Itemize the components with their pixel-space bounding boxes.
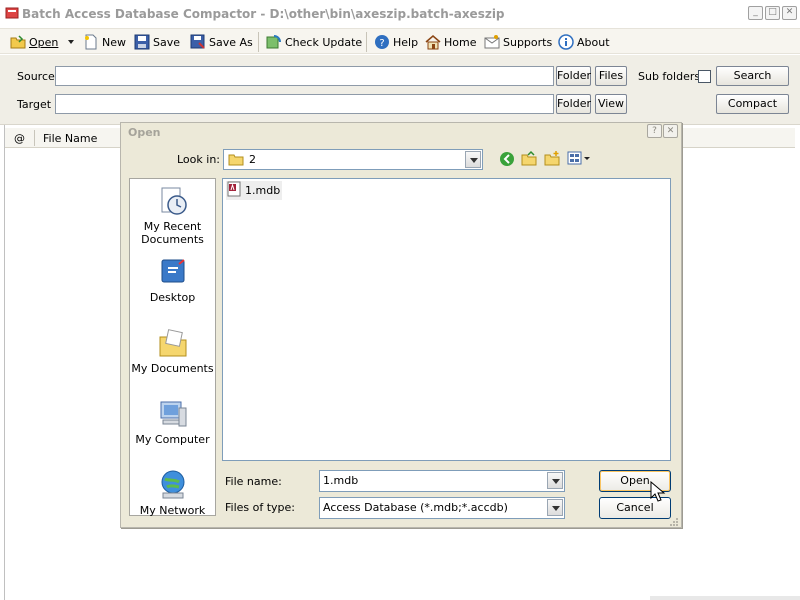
dialog-title: Open [128, 126, 161, 139]
source-folder-button[interactable]: Folder [556, 66, 591, 86]
column-divider [34, 130, 35, 146]
toolbar-about-button[interactable]: About [558, 33, 610, 51]
source-files-button[interactable]: Files [595, 66, 627, 86]
minimize-button[interactable]: _ [748, 6, 763, 20]
access-database-icon [226, 181, 242, 200]
toolbar-help-button[interactable]: ? Help [374, 33, 418, 51]
filename-label: File name: [225, 475, 282, 488]
filename-combobox[interactable]: 1.mdb [319, 470, 565, 492]
toolbar-separator [258, 32, 259, 52]
toolbar-separator [366, 32, 367, 52]
target-label: Target [17, 98, 52, 111]
chevron-down-icon[interactable] [547, 499, 563, 516]
my-computer-icon [157, 398, 189, 430]
back-icon[interactable] [499, 151, 515, 170]
open-dialog: Open ? ✕ Look in: 2 My Recent Documents … [120, 122, 682, 528]
app-icon [5, 6, 19, 20]
toolbar-check-update-button[interactable]: Check Update [266, 33, 362, 51]
source-input[interactable] [55, 66, 554, 86]
lookin-value: 2 [249, 153, 256, 166]
dialog-close-button[interactable]: ✕ [663, 124, 678, 138]
place-my-network-label: My Network [139, 504, 206, 517]
subfolders-label: Sub folders [638, 70, 701, 83]
toolbar-open-button[interactable]: Open [10, 33, 58, 51]
dialog-help-button[interactable]: ? [647, 124, 662, 138]
new-document-icon [83, 34, 99, 50]
place-recent-documents[interactable]: My Recent Documents [130, 185, 215, 246]
maximize-button[interactable]: □ [765, 6, 780, 20]
new-folder-icon[interactable] [544, 150, 560, 169]
place-my-computer[interactable]: My Computer [130, 398, 215, 446]
up-folder-icon[interactable] [521, 150, 537, 169]
mouse-cursor-icon [650, 480, 666, 503]
title-bar: Batch Access Database Compactor - D:\oth… [0, 0, 800, 28]
toolbar: Open New Save Save As Check Update ? Hel… [0, 28, 800, 54]
place-recent-label: My Recent Documents [141, 220, 204, 246]
filetype-value: Access Database (*.mdb;*.accdb) [323, 501, 508, 514]
file-item-name: 1.mdb [245, 184, 281, 197]
my-network-icon [157, 469, 189, 501]
column-at[interactable]: @ [14, 132, 25, 145]
path-fields-panel: Source Folder Files Sub folders Search T… [0, 55, 800, 125]
folder-icon [228, 153, 244, 169]
toolbar-save-as-button[interactable]: Save As [190, 33, 253, 51]
toolbar-about-label: About [577, 35, 610, 49]
place-desktop-label: Desktop [149, 291, 196, 304]
help-icon: ? [374, 34, 390, 50]
about-icon [558, 34, 574, 50]
toolbar-help-label: Help [393, 35, 419, 49]
view-menu-icon[interactable] [567, 151, 593, 168]
chevron-down-icon[interactable] [465, 151, 481, 168]
floppy-disk-icon [134, 34, 150, 50]
save-as-icon [190, 34, 206, 50]
home-icon [425, 34, 441, 50]
toolbar-new-label: New [102, 35, 126, 49]
toolbar-open-label: Open [29, 35, 59, 49]
place-desktop[interactable]: Desktop [130, 256, 215, 304]
source-label: Source [17, 70, 55, 83]
filetype-label: Files of type: [225, 501, 296, 514]
place-my-computer-label: My Computer [135, 433, 210, 446]
target-folder-button[interactable]: Folder [556, 94, 591, 114]
filetype-dropdown[interactable]: Access Database (*.mdb;*.accdb) [319, 497, 565, 519]
toolbar-check-update-label: Check Update [285, 35, 363, 49]
chevron-down-icon[interactable] [547, 472, 563, 489]
places-bar: My Recent Documents Desktop My Documents… [129, 178, 216, 517]
lookin-label: Look in: [177, 153, 220, 166]
window-title: Batch Access Database Compactor - D:\oth… [22, 7, 505, 21]
check-update-icon [266, 34, 282, 50]
subfolders-checkbox[interactable] [698, 70, 711, 83]
toolbar-supports-label: Supports [503, 35, 553, 49]
list-item[interactable]: 1.mdb [226, 181, 283, 200]
place-my-network[interactable]: My Network [130, 469, 215, 517]
toolbar-new-button[interactable]: New [83, 33, 126, 51]
toolbar-save-label: Save [153, 35, 181, 49]
horizontal-scrollbar[interactable] [650, 596, 800, 600]
svg-text:?: ? [379, 38, 384, 49]
desktop-icon [157, 256, 189, 288]
compact-button[interactable]: Compact [716, 94, 789, 114]
resize-grip-icon[interactable] [667, 515, 679, 527]
target-view-button[interactable]: View [595, 94, 627, 114]
close-button[interactable]: ✕ [782, 6, 797, 20]
recent-documents-icon [157, 185, 189, 217]
toolbar-home-button[interactable]: Home [425, 33, 476, 51]
search-button[interactable]: Search [716, 66, 789, 86]
column-file-name[interactable]: File Name [43, 132, 97, 145]
place-my-documents-label: My Documents [131, 362, 214, 375]
open-folder-icon [10, 34, 26, 50]
place-my-documents[interactable]: My Documents [130, 327, 215, 375]
lookin-dropdown[interactable]: 2 [223, 149, 483, 170]
toolbar-home-label: Home [444, 35, 477, 49]
my-documents-icon [157, 327, 189, 359]
toolbar-supports-button[interactable]: Supports [484, 33, 552, 51]
dialog-file-list[interactable]: 1.mdb [222, 178, 671, 461]
toolbar-save-button[interactable]: Save [134, 33, 180, 51]
toolbar-save-as-label: Save As [209, 35, 253, 49]
target-input[interactable] [55, 94, 554, 114]
supports-icon [484, 34, 500, 50]
filename-value: 1.mdb [323, 474, 359, 487]
open-dropdown-arrow-icon[interactable] [68, 40, 74, 44]
